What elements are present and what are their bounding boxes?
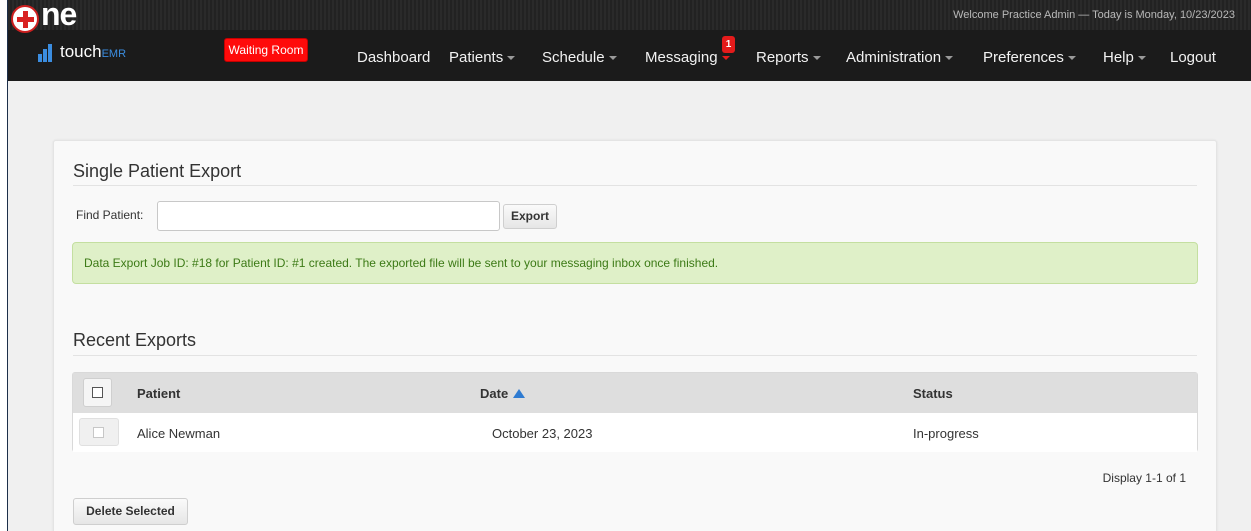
find-patient-label: Find Patient: [76,208,144,222]
welcome-text: Welcome Practice Admin — Today is Monday… [953,9,1235,21]
window-edge [0,0,8,531]
chevron-down-icon [945,56,954,61]
column-patient[interactable]: Patient [137,386,180,401]
recent-exports-title: Recent Exports [73,330,197,350]
export-button[interactable]: Export [503,204,557,229]
nav-schedule-label: Schedule [542,49,605,66]
nav-preferences[interactable]: Preferences [983,49,1076,66]
logo-emr-text: EMR [101,48,127,60]
export-panel: Single Patient Export Find Patient: Expo… [53,140,1217,531]
nav-messaging[interactable]: Messaging [645,49,730,66]
nav-administration[interactable]: Administration [846,49,954,66]
waiting-room-button[interactable]: Waiting Room [224,38,308,62]
nav-patients[interactable]: Patients [449,49,516,66]
cell-status: In-progress [913,426,979,441]
divider [73,185,1197,186]
divider [73,355,1197,356]
nav-dashboard-label: Dashboard [357,49,431,66]
row-select-cell [79,418,119,446]
logo-touch-text: touch [60,42,102,61]
chevron-down-icon [608,56,617,61]
onetouch-logo[interactable]: ne touchEMR [8,0,168,81]
nav-administration-label: Administration [846,49,942,66]
column-date[interactable]: Date [480,386,526,401]
chevron-down-icon [1137,56,1146,61]
find-patient-input[interactable] [157,201,500,231]
nav-help[interactable]: Help [1103,49,1146,66]
sort-ascending-icon [513,389,526,398]
export-success-alert: Data Export Job ID: #18 for Patient ID: … [72,242,1198,284]
select-all-checkbox[interactable] [92,387,103,398]
medical-cross-icon [11,5,39,33]
top-navbar: Welcome Practice Admin — Today is Monday… [8,0,1251,81]
chevron-down-icon [721,56,730,61]
table-header: Patient Date Status [73,373,1197,413]
select-all-cell [83,378,112,407]
bar-chart-icon [38,44,56,62]
nav-dashboard[interactable]: Dashboard [357,49,430,66]
nav-reports-label: Reports [756,49,809,66]
nav-reports[interactable]: Reports [756,49,821,66]
nav-help-label: Help [1103,49,1134,66]
recent-exports-table: Patient Date Status Alice Newman October… [72,372,1198,452]
table-row[interactable]: Alice Newman October 23, 2023 In-progres… [73,413,1197,452]
nav-logout[interactable]: Logout [1170,49,1216,66]
logo-touchemr: touchEMR [60,42,126,62]
nav-schedule[interactable]: Schedule [542,49,617,66]
nav-messaging-label: Messaging [645,49,718,66]
column-date-label: Date [480,386,509,401]
nav-preferences-label: Preferences [983,49,1064,66]
chevron-down-icon [1067,56,1076,61]
nav-patients-label: Patients [449,49,504,66]
messaging-unread-badge: 1 [722,36,735,53]
column-status[interactable]: Status [913,386,953,401]
single-export-title: Single Patient Export [73,161,242,181]
logo-wordmark: ne [41,0,77,32]
cell-patient: Alice Newman [137,426,221,441]
delete-selected-button[interactable]: Delete Selected [73,498,188,525]
pagination-info: Display 1-1 of 1 [1102,471,1186,485]
chevron-down-icon [812,56,821,61]
cell-date: October 23, 2023 [492,426,593,441]
chevron-down-icon [507,56,516,61]
row-checkbox[interactable] [93,427,104,438]
